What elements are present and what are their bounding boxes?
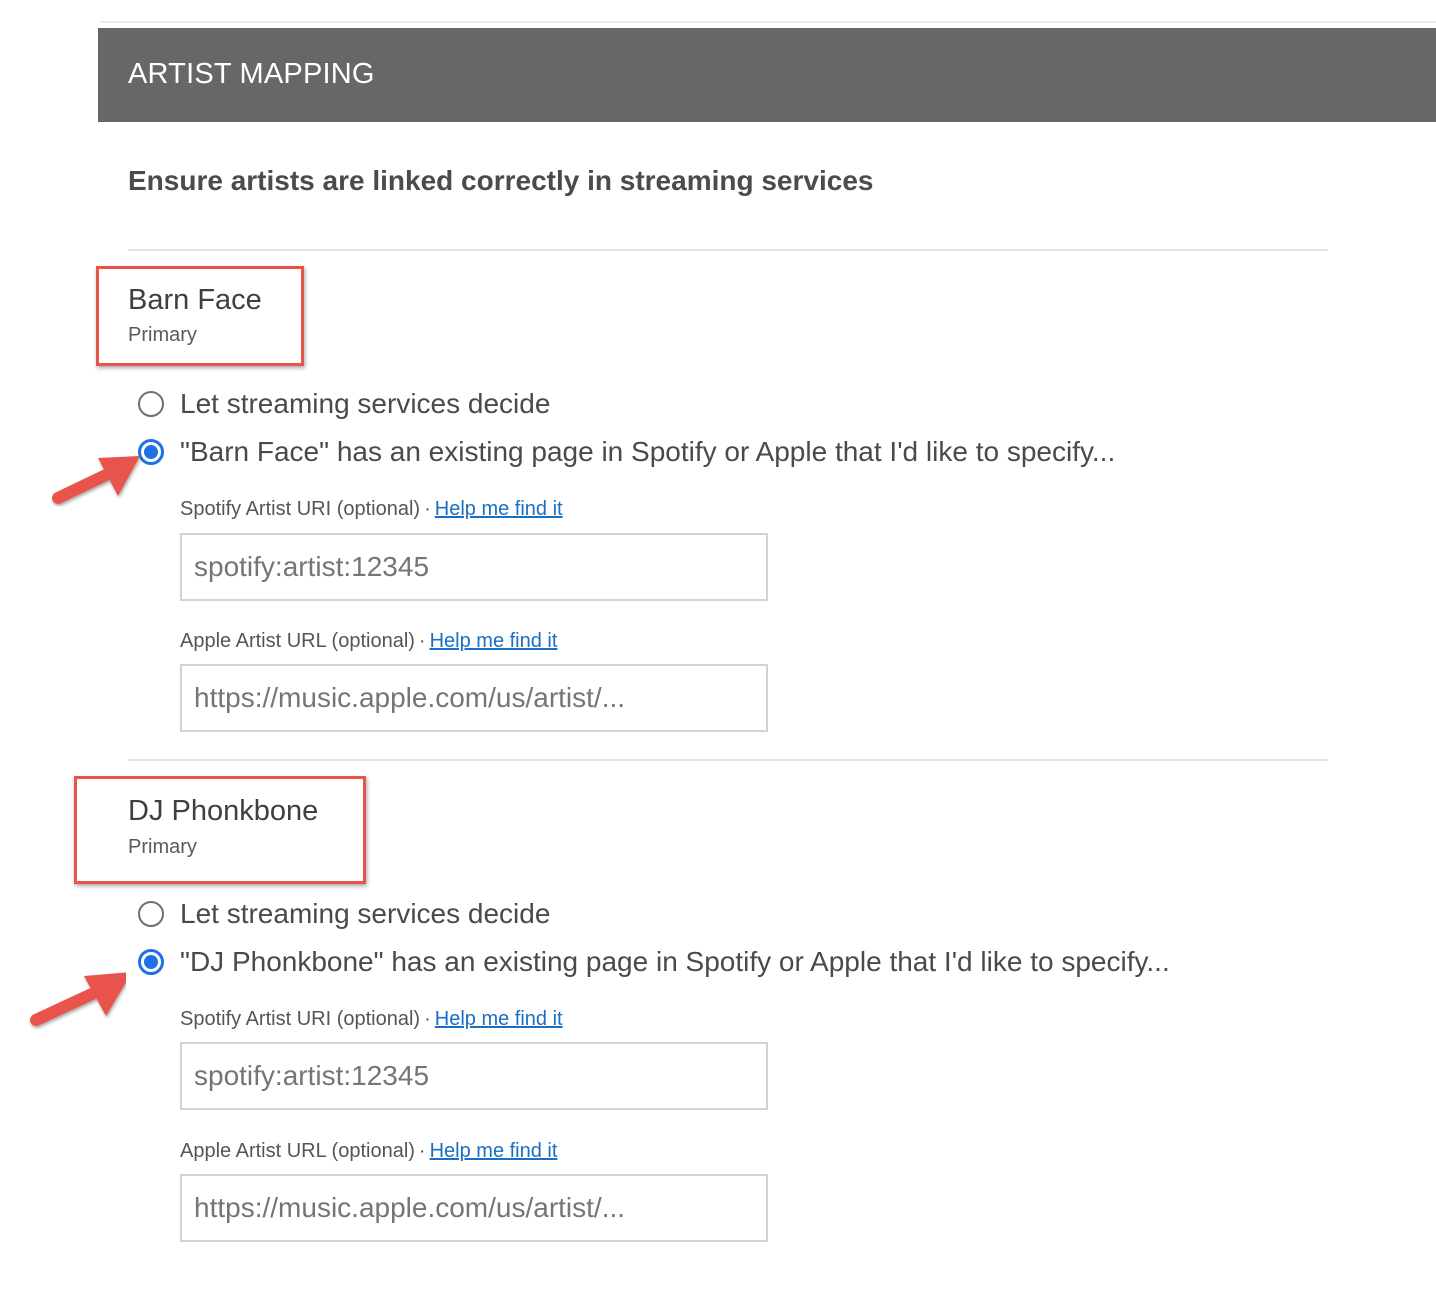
highlight-box <box>74 776 366 884</box>
arrow-icon <box>52 456 140 504</box>
radio-label-let-services-decide[interactable]: Let streaming services decide <box>180 898 550 930</box>
label-separator: · <box>424 1008 431 1030</box>
spotify-uri-input[interactable] <box>180 533 768 601</box>
section-header: ARTIST MAPPING <box>98 28 1436 122</box>
label-separator: · <box>418 630 426 652</box>
spotify-uri-label-text: Spotify Artist URI (optional) <box>180 1008 421 1030</box>
divider <box>128 249 1328 251</box>
apple-url-label: Apple Artist URL (optional) · Help me find… <box>180 630 557 653</box>
spotify-help-link[interactable]: Help me find it <box>435 1008 563 1030</box>
artist-name: DJ Phonkbone <box>128 795 319 827</box>
spotify-uri-label: Spotify Artist URI (optional) · Help me fi… <box>180 1008 563 1031</box>
apple-url-label-text: Apple Artist URL (optional) <box>180 1140 415 1162</box>
section-title: ARTIST MAPPING <box>128 58 375 90</box>
apple-help-link[interactable]: Help me find it <box>430 630 558 652</box>
arrow-icon <box>30 972 126 1026</box>
radio-specify-existing-page[interactable] <box>138 949 164 975</box>
top-divider <box>100 21 1436 23</box>
label-separator: · <box>418 1140 426 1162</box>
artist-role: Primary <box>128 324 197 346</box>
label-separator: · <box>424 498 431 520</box>
spotify-help-link[interactable]: Help me find it <box>435 498 563 520</box>
radio-label-let-services-decide[interactable]: Let streaming services decide <box>180 388 550 420</box>
section-subtitle: Ensure artists are linked correctly in s… <box>128 165 874 196</box>
apple-url-input[interactable] <box>180 664 768 732</box>
spotify-uri-input[interactable] <box>180 1042 768 1110</box>
radio-label-specify-existing-page[interactable]: "Barn Face" has an existing page in Spot… <box>180 436 1115 468</box>
artist-name: Barn Face <box>128 284 262 316</box>
apple-url-label: Apple Artist URL (optional) · Help me find… <box>180 1140 557 1163</box>
spotify-uri-label-text: Spotify Artist URI (optional) <box>180 498 421 520</box>
radio-let-services-decide[interactable] <box>138 391 164 417</box>
apple-help-link[interactable]: Help me find it <box>430 1140 558 1162</box>
radio-label-specify-existing-page[interactable]: "DJ Phonkbone" has an existing page in S… <box>180 946 1170 978</box>
artist-role: Primary <box>128 836 197 858</box>
spotify-uri-label: Spotify Artist URI (optional) · Help me fi… <box>180 498 563 521</box>
apple-url-label-text: Apple Artist URL (optional) <box>180 630 415 652</box>
divider <box>128 759 1328 761</box>
apple-url-input[interactable] <box>180 1174 768 1242</box>
radio-let-services-decide[interactable] <box>138 901 164 927</box>
